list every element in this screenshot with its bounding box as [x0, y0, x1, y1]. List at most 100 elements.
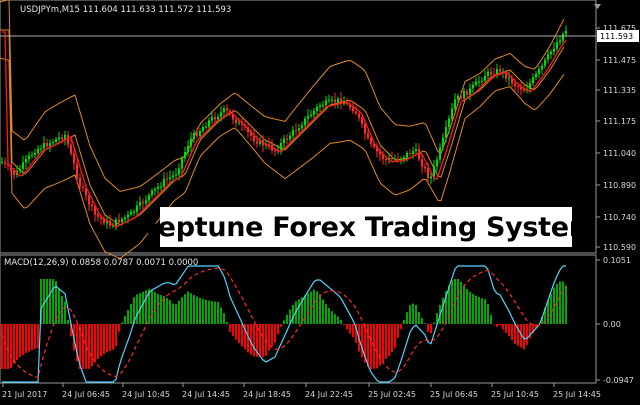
svg-text:111.593: 111.593 [600, 32, 633, 41]
macd-histogram-bar [418, 312, 420, 324]
candle-body [310, 114, 312, 117]
macd-histogram-bar [130, 303, 132, 324]
candle-body [412, 151, 414, 155]
macd-histogram-bar [34, 324, 36, 350]
macd-histogram-bar [199, 297, 201, 324]
candle-body [547, 54, 549, 60]
macd-histogram-bar [163, 296, 165, 324]
price-tick-label: 111.175 [603, 117, 636, 126]
macd-histogram-bar [487, 304, 489, 324]
candle-body [301, 125, 303, 129]
macd-histogram-bar [274, 324, 276, 343]
macd-histogram-bar [493, 324, 495, 325]
macd-histogram-bar [13, 324, 15, 364]
macd-histogram-bar [565, 285, 567, 324]
candle-body [43, 142, 45, 149]
candle-body [514, 83, 516, 87]
candle-body [148, 195, 150, 201]
macd-histogram-bar [241, 324, 243, 347]
macd-histogram-bar [472, 293, 474, 324]
macd-histogram-bar [496, 324, 498, 327]
macd-panel[interactable]: MACD(12,26,9) 0.0858 0.0787 0.0071 0.000… [0, 254, 597, 384]
candle-body [193, 133, 195, 139]
candle-body [253, 135, 255, 142]
macd-histogram-bar [46, 279, 48, 324]
macd-histogram-bar [22, 324, 24, 355]
candle-body [370, 137, 372, 144]
macd-histogram-bar [7, 324, 9, 369]
candle-body [550, 51, 552, 55]
candle-body [79, 177, 81, 187]
macd-histogram-bar [361, 324, 363, 358]
macd-histogram-bar [268, 324, 270, 351]
macd-histogram-bar [166, 297, 168, 324]
macd-histogram-bar [283, 320, 285, 324]
candle-body [19, 169, 21, 171]
chart-canvas[interactable]: USDJPYm,M15 111.604 111.633 111.572 111.… [0, 0, 640, 405]
candle-body [415, 149, 417, 152]
candle-body [199, 131, 201, 136]
candle-body [556, 42, 558, 49]
candle-body [400, 158, 402, 160]
candle-body [532, 77, 534, 84]
macd-histogram-bar [190, 293, 192, 324]
macd-histogram-bar [202, 298, 204, 324]
macd-histogram-bar [214, 301, 216, 324]
macd-histogram-bar [64, 301, 66, 324]
banner-title: Neptune Forex Trading System [135, 211, 597, 243]
bollinger-upper-band [0, 0, 565, 193]
macd-histogram-bar [349, 324, 351, 334]
candle-body [439, 147, 441, 160]
macd-histogram-bar [16, 324, 18, 361]
macd-histogram-bar [196, 296, 198, 324]
macd-histogram-bar [505, 324, 507, 333]
candle-body [118, 219, 120, 223]
candle-body [184, 151, 186, 159]
macd-histogram-bar [382, 324, 384, 362]
candle-body [430, 176, 432, 179]
candle-body [220, 112, 222, 117]
candle-body [187, 146, 189, 152]
candle-body [358, 113, 360, 118]
macd-histogram-bar [88, 324, 90, 369]
chart-shift-arrow-icon[interactable] [594, 4, 601, 9]
macd-histogram-bar [376, 324, 378, 369]
macd-axis: 0.1051 0.00 -0.0947 [596, 256, 634, 385]
macd-histogram-bar [469, 291, 471, 324]
macd-histogram-bar [406, 312, 408, 324]
candle-body [124, 217, 126, 219]
macd-histogram-bar [184, 294, 186, 324]
macd-histogram-bar [316, 291, 318, 324]
candle-body [484, 75, 486, 81]
candle-body [40, 148, 42, 150]
macd-histogram-bar [253, 324, 255, 357]
candle-body [64, 134, 66, 140]
macd-histogram-bar [319, 294, 321, 324]
candle-body [508, 77, 510, 79]
candle-body [115, 219, 117, 226]
candle-body [316, 106, 318, 111]
macd-histogram-bar [463, 285, 465, 324]
time-tick-label: 24 Jul 22:45 [305, 390, 353, 399]
macd-histogram-bar [313, 289, 315, 324]
macd-histogram-bar [145, 290, 147, 324]
macd-histogram-bar [352, 324, 354, 338]
candle-body [463, 91, 465, 99]
candle-body [313, 110, 315, 115]
candle-body [283, 138, 285, 144]
macd-histogram-bar [550, 293, 552, 324]
macd-tick-label: 0.1051 [603, 256, 631, 265]
candle-body [1, 161, 3, 163]
candle-body [172, 175, 174, 178]
macd-histogram-bar [298, 299, 300, 324]
candle-body [496, 69, 498, 75]
candle-body [139, 202, 141, 206]
macd-histogram-bar [10, 324, 12, 368]
candle-body [454, 99, 456, 109]
candle-body [190, 138, 192, 147]
macd-histogram-bar [124, 315, 126, 324]
macd-histogram-bar [562, 281, 564, 324]
macd-histogram-bar [4, 324, 6, 369]
candle-body [442, 137, 444, 148]
candle-body [52, 141, 54, 144]
